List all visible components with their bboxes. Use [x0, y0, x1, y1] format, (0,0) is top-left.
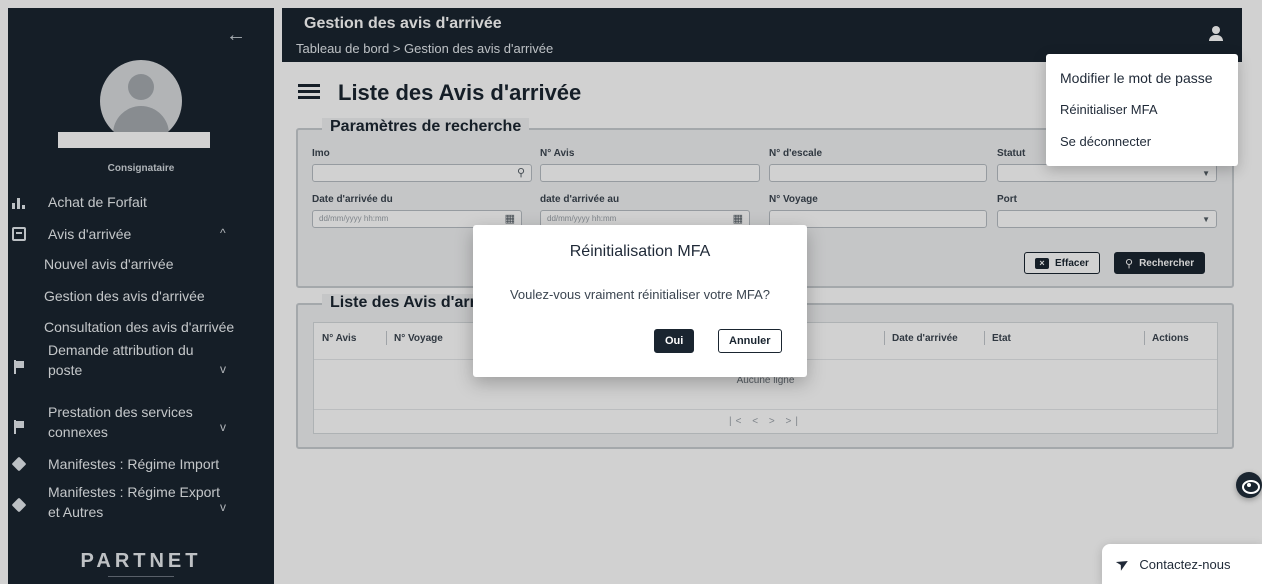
flag-icon	[12, 360, 26, 374]
menu-lines-icon	[298, 84, 320, 100]
user-account-icon[interactable]	[1208, 26, 1224, 42]
bar-chart-icon	[12, 195, 26, 209]
sidebar-subitem-consultation-avis[interactable]: Consultation des avis d'arrivée	[44, 319, 234, 335]
partnet-logo: PARTNET	[80, 550, 202, 572]
mfa-reset-dialog: Réinitialisation MFA Voulez-vous vraimen…	[473, 225, 807, 377]
chevron-down-icon: v	[220, 420, 226, 434]
dialog-title: Réinitialisation MFA	[569, 243, 711, 260]
search-legend: Paramètres de recherche	[322, 118, 530, 136]
chevron-up-icon: ^	[220, 226, 226, 240]
chevron-down-icon: v	[220, 500, 226, 514]
clear-button[interactable]: × Effacer	[1024, 252, 1100, 274]
column-header[interactable]: N° Voyage	[386, 331, 443, 345]
search-icon: ⚲	[1125, 257, 1134, 270]
sidebar-subitem-nouvel-avis[interactable]: Nouvel avis d'arrivée	[44, 256, 174, 272]
layers-icon	[11, 456, 27, 472]
column-header: Actions	[1144, 331, 1189, 345]
sidebar: ← Consignataire Achat de Forfait Avis d'…	[8, 8, 274, 584]
statut-select[interactable]: ▼	[997, 164, 1217, 182]
column-header[interactable]: Etat	[984, 331, 1011, 345]
num-escale-label: N° d'escale	[769, 148, 823, 159]
num-escale-input[interactable]	[769, 164, 987, 182]
imo-input[interactable]: ⚲	[312, 164, 532, 182]
layers-icon	[11, 497, 27, 513]
sidebar-item-prestation-services[interactable]: Prestation des services connexes v	[8, 402, 274, 448]
logout-item[interactable]: Se déconnecter	[1060, 134, 1151, 149]
send-arrow-icon: ➤	[1112, 553, 1134, 576]
sidebar-item-demande-attribution[interactable]: Demande attribution du poste v	[8, 340, 274, 386]
change-password-item[interactable]: Modifier le mot de passe	[1060, 70, 1213, 86]
statut-label: Statut	[997, 148, 1026, 159]
pagination[interactable]: |< < > >|	[314, 409, 1217, 433]
chevron-down-icon: v	[220, 362, 226, 376]
chevron-down-icon: ▼	[1202, 215, 1210, 224]
column-header[interactable]: Date d'arrivée	[884, 331, 958, 345]
breadcrumb[interactable]: Tableau de bord > Gestion des avis d'arr…	[296, 41, 553, 56]
reset-mfa-item[interactable]: Réinitialiser MFA	[1060, 102, 1158, 117]
contact-us-button[interactable]: ➤ Contactez-nous	[1102, 544, 1262, 584]
calendar-icon[interactable]: ▦	[505, 212, 515, 225]
search-icon[interactable]: ⚲	[517, 166, 525, 179]
num-voyage-label: N° Voyage	[769, 194, 818, 205]
user-name-redacted	[58, 132, 210, 148]
header-title: Gestion des avis d'arrivée	[304, 15, 502, 32]
accessibility-eye-icon[interactable]	[1236, 472, 1262, 498]
logo-underline	[108, 576, 174, 577]
user-menu: Modifier le mot de passe Réinitialiser M…	[1046, 54, 1238, 166]
confirm-button[interactable]: Oui	[654, 329, 695, 353]
date-du-label: Date d'arrivée du	[312, 194, 393, 205]
dialog-message: Voulez-vous vraiment réinitialiser votre…	[509, 287, 771, 302]
sidebar-subitem-gestion-avis[interactable]: Gestion des avis d'arrivée	[44, 288, 205, 304]
flag-icon	[12, 420, 26, 434]
calendar-icon[interactable]: ▦	[733, 212, 743, 225]
sidebar-item-manifestes-export[interactable]: Manifestes : Régime Export et Autres v	[8, 482, 274, 528]
imo-label: Imo	[312, 148, 330, 159]
date-au-label: date d'arrivée au	[540, 194, 620, 205]
num-avis-input[interactable]	[540, 164, 760, 182]
user-avatar	[100, 60, 182, 142]
column-header[interactable]: N° Avis	[322, 333, 356, 344]
clear-x-icon: ×	[1035, 257, 1049, 269]
port-select[interactable]: ▼	[997, 210, 1217, 228]
search-button[interactable]: ⚲ Rechercher	[1114, 252, 1206, 274]
chevron-down-icon: ▼	[1202, 169, 1210, 178]
calendar-icon	[12, 227, 26, 241]
user-role: Consignataire	[107, 163, 175, 174]
num-avis-label: N° Avis	[540, 148, 575, 159]
port-label: Port	[997, 194, 1017, 205]
collapse-sidebar-arrow-icon[interactable]: ←	[226, 24, 246, 47]
cancel-button[interactable]: Annuler	[718, 329, 782, 353]
